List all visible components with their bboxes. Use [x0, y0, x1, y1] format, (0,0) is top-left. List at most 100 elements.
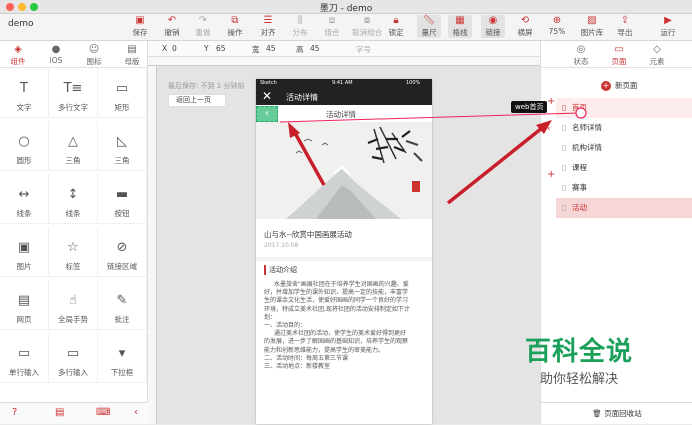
component-icon: ☝ [69, 293, 77, 308]
component-10[interactable]: ☆ 标签 [49, 227, 98, 277]
component-6[interactable]: ↔ 线条 [0, 174, 49, 224]
component-icon: ▣ [17, 240, 31, 255]
component-14[interactable]: ✎ 批注 [98, 280, 147, 330]
new-page-button[interactable]: + 新页面 [601, 80, 638, 91]
recycle-bin-button[interactable]: 🗑︎ 页面回收站 [541, 402, 692, 424]
page-item-contest[interactable]: ▯ 赛事 [556, 178, 692, 198]
page-item-teacher[interactable]: ▯ 名师详情 [556, 118, 692, 138]
ungroup-button[interactable]: ⧇ 取消组合 [352, 15, 382, 38]
window-title: 墨刀 - demo [319, 4, 373, 14]
component-15[interactable]: ▭ 单行输入 [0, 333, 49, 383]
redo-button[interactable]: ↷ 重做 [191, 15, 215, 38]
tab-ios[interactable]: ● iOS [40, 44, 72, 65]
master-icon: ▤ [127, 44, 137, 55]
tab-icons[interactable]: ☺ 图标 [78, 44, 110, 67]
component-0[interactable]: T 文字 [0, 68, 49, 118]
rotate-button[interactable]: ⟲ 横屏 [513, 15, 537, 38]
page-item-activity[interactable]: ▯ 活动 [556, 198, 692, 218]
component-icon: ☆ [67, 240, 79, 255]
design-canvas[interactable]: 最后保存: 不到 1 分钟前 返回上一页 Sketch 9:41 AM 100%… [148, 57, 540, 424]
component-12[interactable]: ▤ 网页 [0, 280, 49, 330]
page-item-course[interactable]: ▯ 课程 [556, 158, 692, 178]
tab-state[interactable]: ◎ 状态 [565, 44, 597, 67]
x-field[interactable]: 0 [172, 44, 177, 53]
lock-button[interactable]: 🔒︎ 锁定 [384, 15, 408, 38]
document-icon[interactable]: ▤ [55, 407, 64, 418]
component-11[interactable]: ⊘ 链接区域 [98, 227, 147, 277]
tab-components[interactable]: ◈ 组件 [2, 44, 34, 67]
undo-button[interactable]: ↶ 撤销 [160, 15, 184, 38]
project-name[interactable]: demo [8, 19, 34, 29]
page-doc-icon: ▯ [562, 143, 567, 152]
height-field[interactable]: 45 [310, 44, 320, 53]
component-8[interactable]: ▬ 按钮 [98, 174, 147, 224]
grid-icon: ▦ [455, 15, 465, 26]
image-library-button[interactable]: ▨ 图片库 [578, 15, 606, 38]
tab-elements[interactable]: ◇ 元素 [641, 44, 673, 67]
carrier-text: Sketch [260, 80, 277, 86]
width-field[interactable]: 45 [266, 44, 276, 53]
keyboard-icon[interactable]: ⌨ [96, 407, 110, 418]
undo-icon: ↶ [167, 15, 177, 26]
run-button[interactable]: ▶ 运行 [656, 15, 680, 38]
close-icon[interactable]: ✕ [262, 89, 272, 103]
ruler-button[interactable]: 📏︎ 量尺 [417, 15, 441, 38]
align-button[interactable]: ☰ 对齐 [256, 15, 280, 38]
group-button[interactable]: ⧈ 组合 [320, 15, 344, 38]
distribute-button[interactable]: ⫼ 分布 [288, 15, 312, 38]
component-2[interactable]: ▭ 矩形 [98, 68, 147, 118]
tab-master[interactable]: ▤ 母版 [116, 44, 148, 67]
property-bar: X 0 Y 65 宽 45 高 45 字号 [148, 41, 540, 57]
image-library-icon: ▨ [587, 15, 597, 26]
component-icon: ▭ [115, 81, 129, 96]
grid-button[interactable]: ▦ 格线 [448, 15, 472, 38]
x-label: X [162, 44, 168, 53]
save-icon: ▣ [135, 15, 145, 26]
back-button[interactable]: 返回上一页 [168, 94, 226, 107]
status-bar: Sketch 9:41 AM 100% [256, 79, 432, 88]
font-size-label: 字号 [356, 45, 371, 54]
body-line: 二、活动时间：每周五第三节课 [264, 354, 349, 362]
back-arrow-hotspot[interactable]: ‹ [256, 106, 278, 122]
link-button[interactable]: ◉ 链接 [481, 15, 505, 38]
redo-icon: ↷ [198, 15, 208, 26]
tab-pages[interactable]: ▭ 页面 [603, 44, 635, 67]
page-item-home[interactable]: ▯ 首页 [556, 98, 692, 118]
component-icon: ▬ [115, 187, 129, 202]
component-17[interactable]: ▾ 下拉框 [98, 333, 147, 383]
help-icon[interactable]: ? [12, 407, 17, 418]
collapse-icon[interactable]: ‹ [134, 407, 138, 418]
component-label: 单行输入 [9, 368, 39, 377]
ruler-icon: 📏︎ [422, 15, 436, 26]
link-tooltip: web首页 [511, 101, 548, 113]
component-13[interactable]: ☝ 全局手势 [49, 280, 98, 330]
y-field[interactable]: 65 [216, 44, 226, 53]
export-button[interactable]: ⇪ 导出 [613, 15, 637, 38]
component-1[interactable]: T≡ 多行文字 [49, 68, 98, 118]
component-3[interactable]: ○ 圆形 [0, 121, 49, 171]
body-line: 三、活动地点：新楼教室 [264, 363, 331, 371]
page-item-institution[interactable]: ▯ 机构详情 [556, 138, 692, 158]
body-line: 生的课余文化生活，使爱好国画的同学一个良好的学习 [264, 297, 409, 305]
component-4[interactable]: △ 三角 [49, 121, 98, 171]
operate-button[interactable]: ⧉ 操作 [223, 15, 247, 38]
zoom-button[interactable]: ⊕ 75% [545, 15, 569, 36]
zoom-icon: ⊕ [552, 15, 562, 26]
component-9[interactable]: ▣ 图片 [0, 227, 49, 277]
add-page-icon[interactable]: + [547, 96, 555, 107]
component-5[interactable]: ◺ 三角 [98, 121, 147, 171]
last-saved-text: 最后保存: 不到 1 分钟前 [168, 82, 245, 90]
ungroup-icon: ⧇ [363, 15, 371, 26]
page-panel-tabs: ◎ 状态 ▭ 页面 ◇ 元素 [541, 41, 692, 68]
header-label: 活动详情 [326, 110, 356, 119]
component-label: 批注 [114, 315, 130, 324]
add-child-icon[interactable]: + [547, 169, 555, 180]
save-button[interactable]: ▣ 保存 [128, 15, 152, 38]
component-16[interactable]: ▭ 多行输入 [49, 333, 98, 383]
status-time: 9:41 AM [332, 80, 353, 86]
component-7[interactable]: ↕ 线条 [49, 174, 98, 224]
lock-icon: 🔒︎ [393, 15, 399, 26]
section-title: 活动介绍 [264, 265, 424, 275]
collapse-arrow-icon[interactable]: ‹ [547, 124, 551, 134]
component-icon: ◺ [117, 134, 127, 149]
